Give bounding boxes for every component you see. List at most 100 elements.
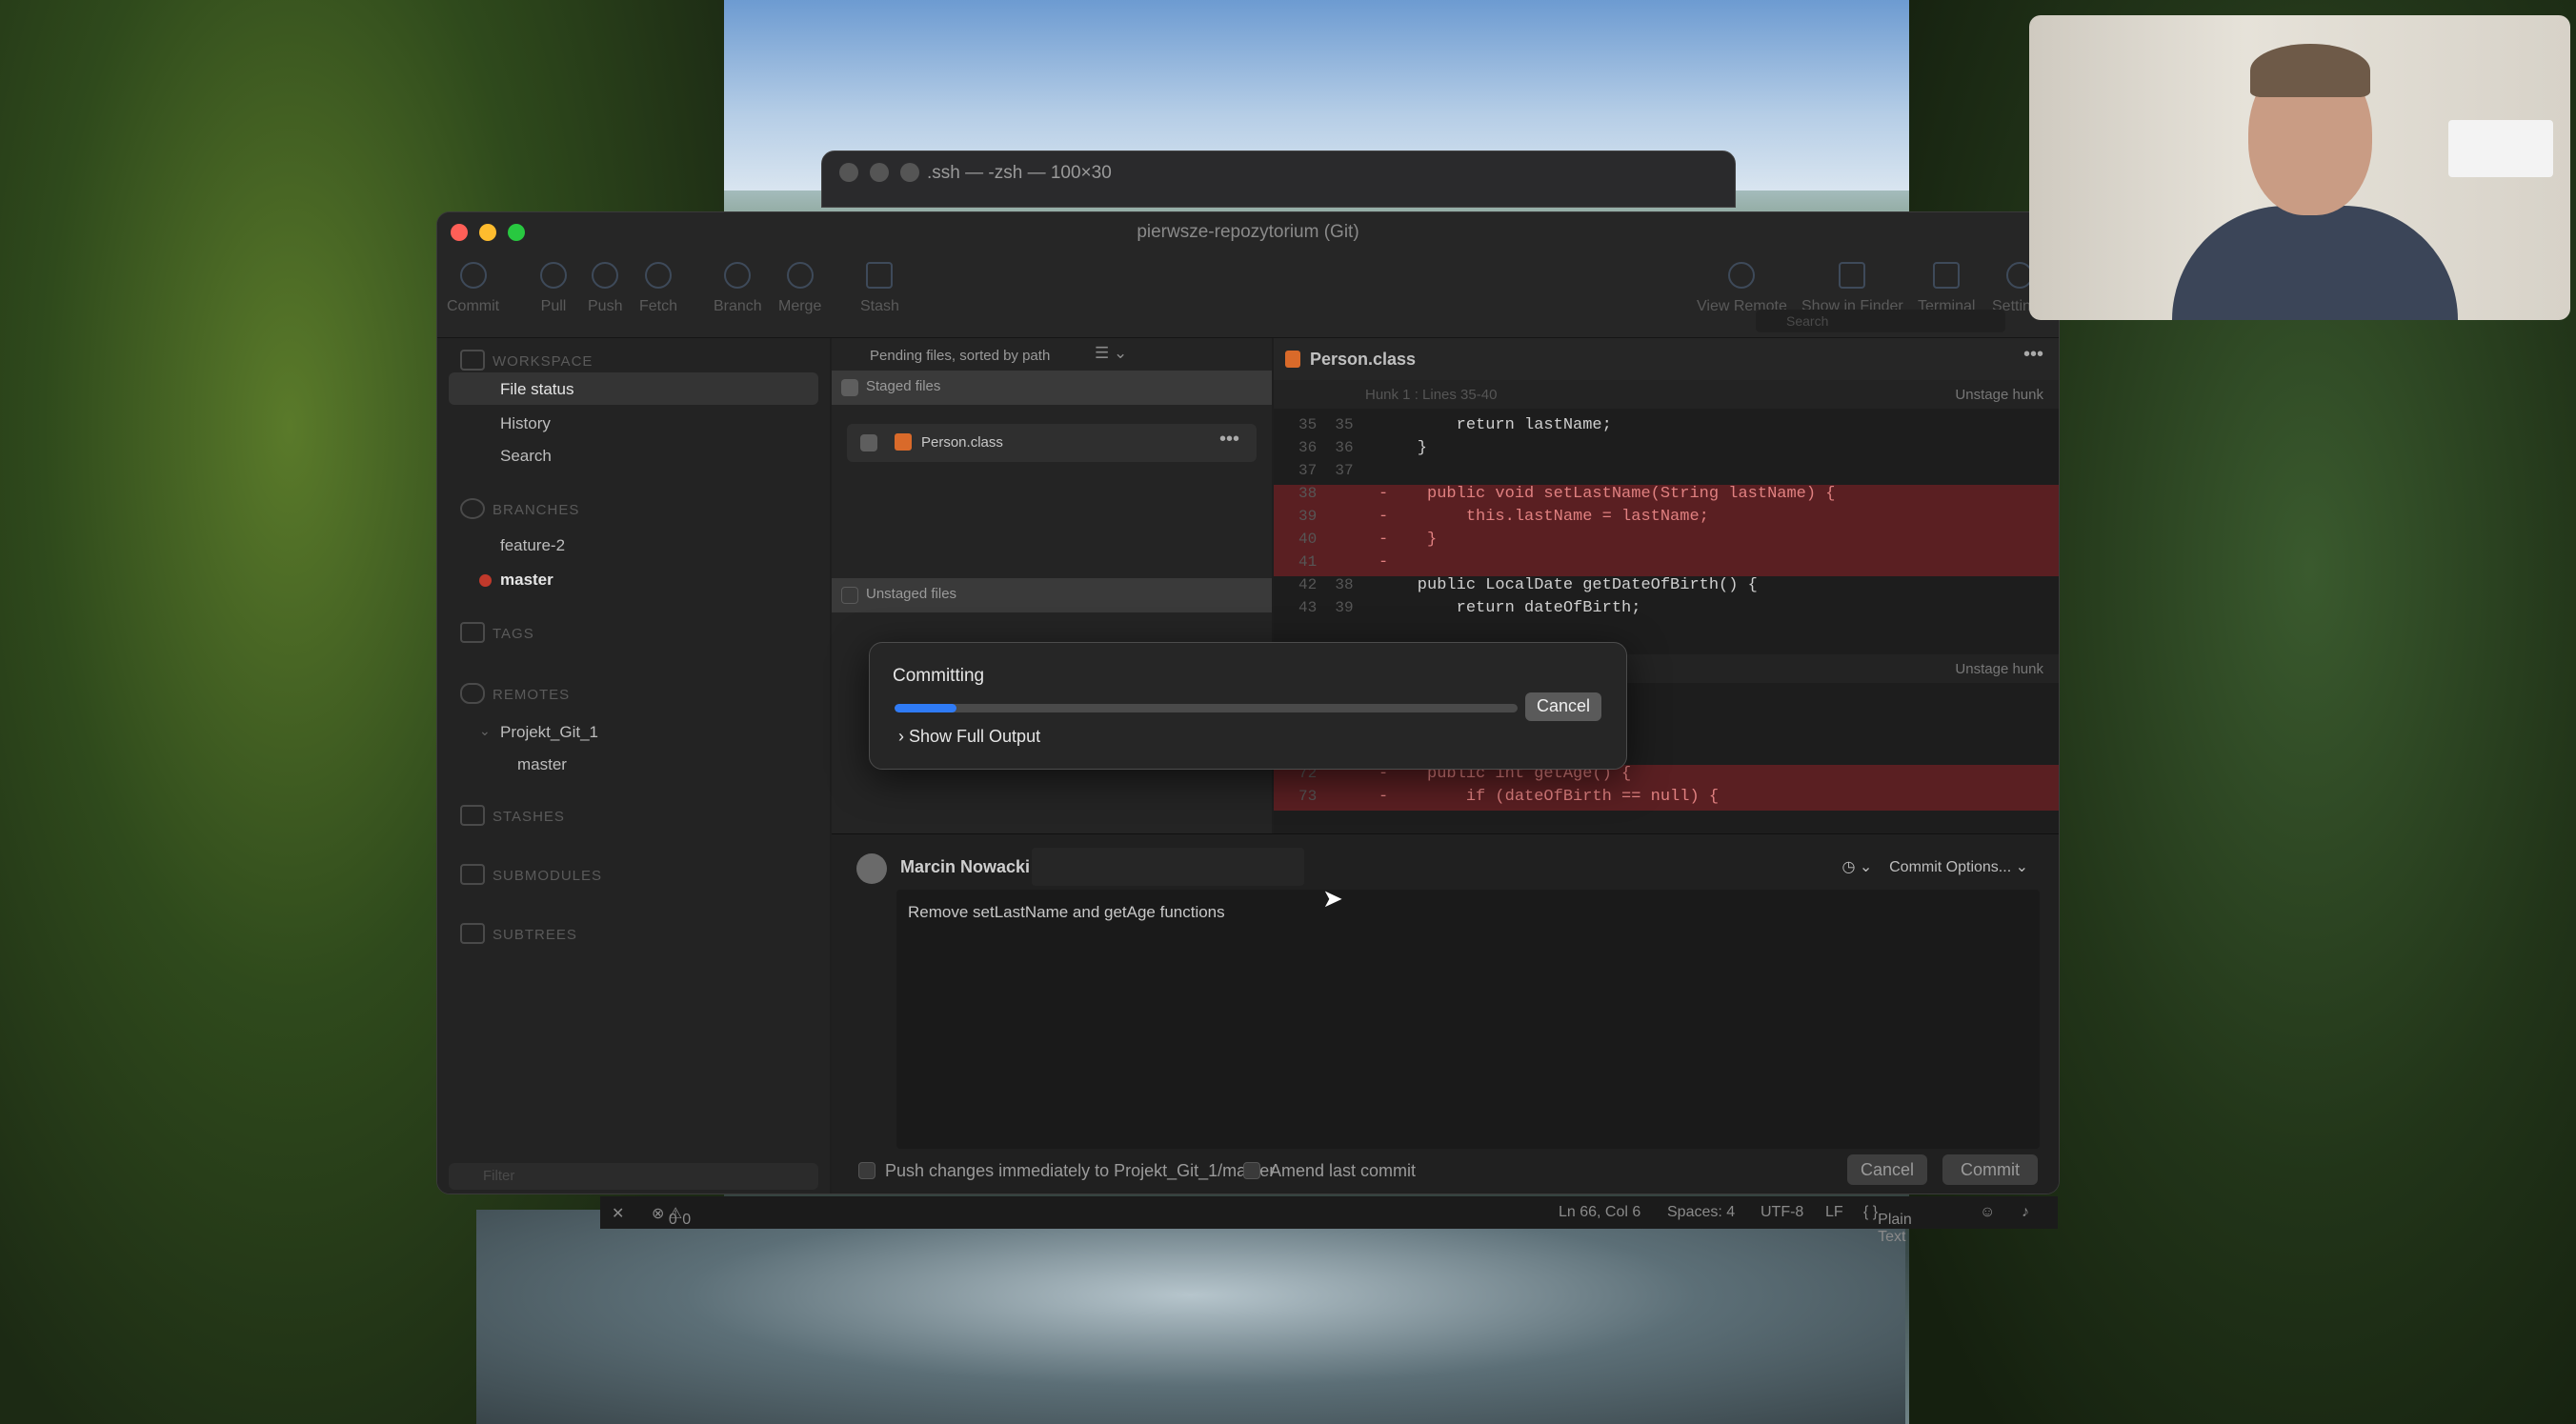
merge-button[interactable]: Merge bbox=[778, 262, 821, 315]
copilot-icon[interactable]: ☺ bbox=[1980, 1204, 1995, 1221]
push-immediately-checkbox[interactable] bbox=[858, 1162, 875, 1179]
stash-icon bbox=[866, 262, 894, 289]
unstaged-all-checkbox[interactable] bbox=[841, 587, 858, 604]
commit-author[interactable]: Marcin Nowacki bbox=[900, 857, 1030, 877]
bell-icon[interactable]: ♪ bbox=[2022, 1204, 2029, 1221]
chevron-right-icon: › bbox=[898, 727, 904, 746]
diff-line[interactable]: 35 35 return lastName; bbox=[1274, 416, 2059, 439]
line-number: 39 bbox=[1298, 508, 1318, 525]
staged-file-row[interactable]: Person.class ••• bbox=[847, 424, 1257, 462]
line-number: 40 bbox=[1298, 531, 1318, 548]
unstage-hunk-2-button[interactable]: Unstage hunk bbox=[1955, 661, 2043, 677]
branch-button[interactable]: Branch bbox=[714, 262, 762, 315]
fetch-button-label: Fetch bbox=[639, 298, 678, 314]
sidebar-branch-master[interactable]: master bbox=[500, 571, 553, 590]
code-text: - if (dateOfBirth == null) { bbox=[1379, 788, 1720, 806]
terminal-window[interactable]: .ssh — -zsh — 100×30 bbox=[821, 150, 1736, 208]
push-button[interactable]: Push bbox=[588, 262, 622, 315]
indentation[interactable]: Spaces: 4 bbox=[1667, 1204, 1735, 1221]
terminal-zoom-icon[interactable] bbox=[900, 163, 919, 182]
terminal-window-controls[interactable] bbox=[839, 163, 919, 182]
webcam-person-body bbox=[2172, 206, 2458, 320]
diff-line[interactable]: 38 - public void setLastName(String lastN… bbox=[1274, 485, 2059, 508]
remote-icon[interactable]: ✕ bbox=[612, 1204, 624, 1223]
commit-message-input[interactable]: Remove setLastName and getAge functions bbox=[896, 890, 2040, 1149]
sidebar-section-subtrees[interactable]: SUBTREES bbox=[493, 927, 577, 943]
diff-line[interactable]: 39 - this.lastName = lastName; bbox=[1274, 508, 2059, 531]
submodules-icon bbox=[460, 864, 485, 885]
diff-line[interactable]: 43 39 return dateOfBirth; bbox=[1274, 599, 2059, 622]
sidebar-item-file-status[interactable]: File status bbox=[500, 380, 574, 399]
current-branch-indicator bbox=[479, 574, 492, 587]
sidebar-item-history[interactable]: History bbox=[500, 414, 551, 433]
webcam-overlay bbox=[2029, 15, 2570, 320]
amend-label[interactable]: Amend last commit bbox=[1270, 1161, 1416, 1181]
sidebar-section-tags[interactable]: TAGS bbox=[493, 626, 534, 642]
sidebar-section-branches[interactable]: BRANCHES bbox=[493, 502, 579, 518]
code-text: } bbox=[1379, 439, 1428, 457]
file-checkbox[interactable] bbox=[860, 434, 877, 451]
commit-submit-button[interactable]: Commit bbox=[1942, 1154, 2038, 1185]
show-in-finder-button[interactable]: Show in Finder bbox=[1801, 262, 1903, 315]
diff-line[interactable]: 37 37 bbox=[1274, 462, 2059, 485]
search-input[interactable]: Search bbox=[1756, 310, 2005, 332]
sidebar-section-stashes[interactable]: STASHES bbox=[493, 809, 565, 825]
sidebar-remote-projekt[interactable]: Projekt_Git_1 bbox=[500, 723, 598, 742]
dialog-cancel-button[interactable]: Cancel bbox=[1525, 692, 1601, 721]
author-field[interactable] bbox=[1032, 848, 1304, 886]
line-number: 41 bbox=[1298, 553, 1318, 571]
fetch-button[interactable]: Fetch bbox=[639, 262, 677, 315]
terminal-button[interactable]: Terminal bbox=[1918, 262, 1975, 315]
diff-line[interactable]: 41 - bbox=[1274, 553, 2059, 576]
avatar bbox=[856, 853, 887, 884]
pull-icon bbox=[540, 262, 567, 289]
commit-options-dropdown[interactable]: ◷ ⌄ Commit Options... ⌄ bbox=[1842, 857, 2028, 876]
sidebar-item-search[interactable]: Search bbox=[500, 447, 552, 466]
push-immediately-label[interactable]: Push changes immediately to Projekt_Git_… bbox=[885, 1161, 1275, 1181]
sidebar-filter-input[interactable]: Filter bbox=[449, 1163, 818, 1190]
sidebar-section-remotes[interactable]: REMOTES bbox=[493, 687, 570, 703]
staged-files-label: Staged files bbox=[866, 378, 941, 394]
terminal-title: .ssh — -zsh — 100×30 bbox=[927, 163, 1112, 183]
language-mode[interactable]: { } Plain Text bbox=[1863, 1204, 1912, 1245]
unstage-hunk-1-button[interactable]: Unstage hunk bbox=[1955, 387, 2043, 403]
code-text: return lastName; bbox=[1379, 416, 1612, 434]
file-icon bbox=[1285, 351, 1300, 368]
stash-button[interactable]: Stash bbox=[860, 262, 899, 315]
staged-files-header[interactable]: Staged files bbox=[832, 371, 1272, 405]
cursor-position[interactable]: Ln 66, Col 6 bbox=[1559, 1204, 1640, 1221]
finder-icon bbox=[1839, 262, 1866, 289]
pull-button[interactable]: Pull bbox=[540, 262, 567, 315]
encoding[interactable]: UTF-8 bbox=[1761, 1204, 1803, 1221]
view-remote-button[interactable]: View Remote bbox=[1697, 262, 1787, 315]
mouse-cursor-icon: ➤ bbox=[1322, 884, 1343, 913]
unstaged-files-header[interactable]: Unstaged files bbox=[832, 578, 1272, 612]
staged-all-checkbox[interactable] bbox=[841, 379, 858, 396]
problems-indicator[interactable]: ⊗ 0 ⚠ 0 bbox=[652, 1204, 691, 1228]
code-text: public LocalDate getDateOfBirth() { bbox=[1379, 576, 1758, 594]
terminal-close-icon[interactable] bbox=[839, 163, 858, 182]
diff-line[interactable]: 36 36 } bbox=[1274, 439, 2059, 462]
sidebar-section-submodules[interactable]: SUBMODULES bbox=[493, 868, 602, 884]
sidebar-remote-branch-master[interactable]: master bbox=[517, 755, 567, 774]
diff-line[interactable]: 40 - } bbox=[1274, 531, 2059, 553]
subtrees-icon bbox=[460, 923, 485, 944]
sidebar-branch-feature-2[interactable]: feature-2 bbox=[500, 536, 565, 555]
diff-line[interactable]: 42 38 public LocalDate getDateOfBirth() … bbox=[1274, 576, 2059, 599]
commit-icon bbox=[459, 262, 487, 289]
diff2-line[interactable]: 73 - if (dateOfBirth == null) { bbox=[1274, 788, 2059, 811]
history-clock-icon[interactable]: ◷ ⌄ bbox=[1842, 859, 1873, 875]
commit-button[interactable]: Commit bbox=[447, 262, 499, 315]
view-options-icon[interactable]: ☰ ⌄ bbox=[1095, 344, 1127, 363]
diff-more-icon[interactable]: ••• bbox=[2023, 344, 2043, 366]
cancel-commit-button[interactable]: Cancel bbox=[1847, 1154, 1927, 1185]
cloud-icon bbox=[460, 683, 485, 704]
show-full-output-toggle[interactable]: › Show Full Output bbox=[898, 727, 1040, 747]
terminal-minimize-icon[interactable] bbox=[870, 163, 889, 182]
file-more-icon[interactable]: ••• bbox=[1219, 429, 1239, 451]
chevron-down-icon[interactable]: ⌄ bbox=[479, 723, 491, 739]
amend-checkbox[interactable] bbox=[1243, 1162, 1260, 1179]
sort-dropdown[interactable]: Pending files, sorted by path bbox=[870, 348, 1050, 364]
line-ending[interactable]: LF bbox=[1825, 1204, 1843, 1221]
branches-icon bbox=[460, 498, 485, 519]
